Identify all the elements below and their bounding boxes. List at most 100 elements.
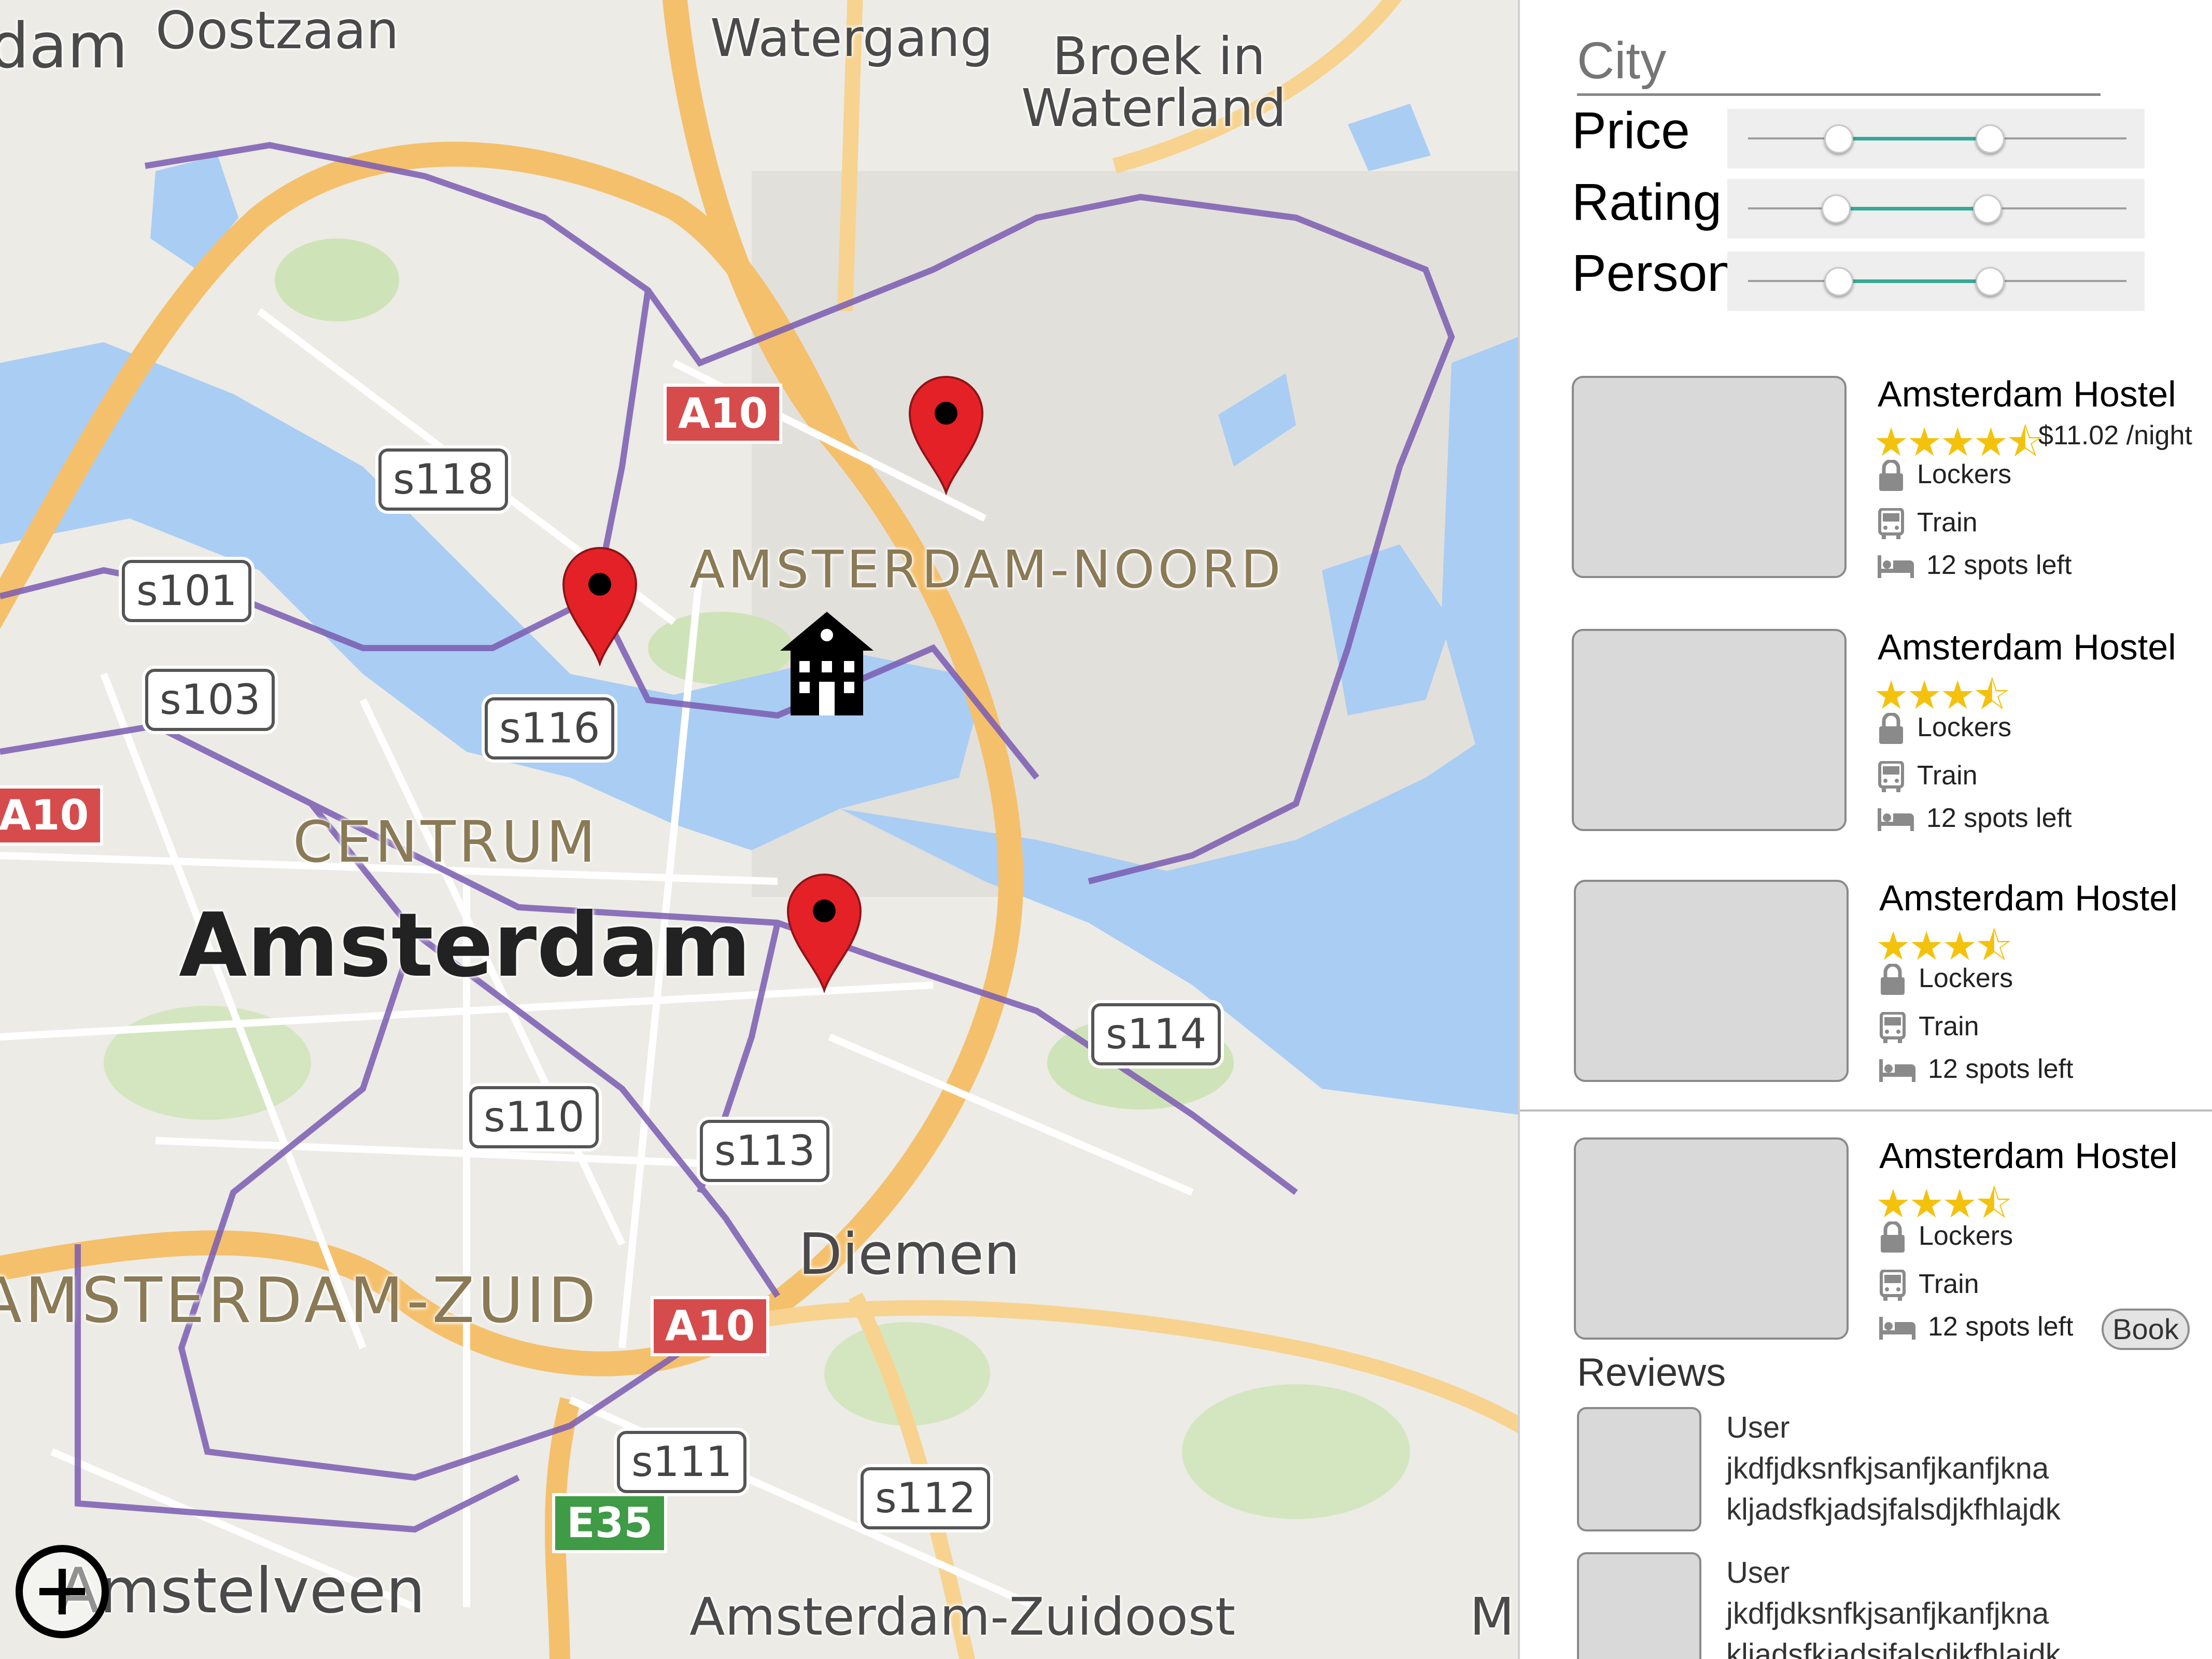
amenity-label: Lockers xyxy=(1917,459,2012,489)
amenity-transport: Train xyxy=(1879,1269,1979,1302)
road-shield-s103: s103 xyxy=(145,669,275,731)
train-icon xyxy=(1878,508,1904,540)
amenity-label: Train xyxy=(1917,508,1978,538)
map-label-amsterdam-zuid: AMSTERDAM-ZUID xyxy=(0,1265,599,1337)
reviewer-name: User xyxy=(1726,1411,1790,1444)
hostel-detail-panel: Amsterdam Hostel ★★★⯪ Lockers Train 12 s… xyxy=(1520,1109,2212,1659)
lock-icon xyxy=(1881,963,1905,995)
map-label-dam: dam xyxy=(0,10,128,82)
amenity-label: Lockers xyxy=(1919,963,2013,993)
hostel-photo-placeholder xyxy=(1574,880,1849,1082)
amenity-label: 12 spots left xyxy=(1926,550,2072,580)
hostel-listing-card[interactable]: Amsterdam Hostel ★★★⯪ Lockers Train 12 s… xyxy=(1520,877,2212,1095)
map-label-oostzaan: Oostzaan xyxy=(156,0,399,61)
amenity-lockers: Lockers xyxy=(1878,459,2011,492)
amenity-spots: 12 spots left xyxy=(1878,550,2072,581)
amenity-label: 12 spots left xyxy=(1926,803,2072,833)
review-line: kljadsfkjadsjfalsdjkfhlajdk xyxy=(1726,1638,2061,1659)
slider-selected-range xyxy=(1839,279,1990,283)
hostel-listing-card[interactable]: Amsterdam Hostel ★★★⯪ Lockers Train 12 s… xyxy=(1520,626,2212,844)
road-sign-e35: E35 xyxy=(552,1493,667,1553)
amenity-transport: Train xyxy=(1878,760,1978,793)
amenity-lockers: Lockers xyxy=(1878,712,2011,745)
map-view[interactable]: dam Oostzaan Watergang Broek in Waterlan… xyxy=(0,0,1518,1659)
road-shield-s118: s118 xyxy=(378,448,509,511)
hostel-photo-placeholder xyxy=(1572,629,1847,831)
road-shield-s113: s113 xyxy=(700,1120,830,1182)
book-button[interactable]: Book xyxy=(2102,1309,2190,1350)
reviewer-avatar xyxy=(1577,1407,1701,1531)
map-label-centrum: CENTRUM xyxy=(293,809,599,875)
hostel-building-icon[interactable] xyxy=(778,609,876,718)
rating-max-handle[interactable] xyxy=(1973,194,2002,223)
hostel-photo-placeholder xyxy=(1572,376,1847,578)
train-icon xyxy=(1878,761,1904,793)
map-label-diemen: Diemen xyxy=(798,1221,1020,1287)
price-max-handle[interactable] xyxy=(1976,124,2005,153)
location-pin-icon[interactable] xyxy=(907,376,985,495)
bed-icon xyxy=(1878,808,1914,832)
lock-icon xyxy=(1879,712,1903,744)
price-range-slider[interactable] xyxy=(1727,109,2145,168)
rating-min-handle[interactable] xyxy=(1822,194,1851,223)
road-sign-a10: A10 xyxy=(0,785,104,846)
price-filter-label: Price xyxy=(1572,102,1690,160)
slider-selected-range xyxy=(1839,137,1990,140)
hostel-listing-card[interactable]: Amsterdam Hostel ★★★★⯪ $11.02 /night Loc… xyxy=(1520,373,2212,591)
review-line: jkdfjdksnfkjsanfjkanfjkna xyxy=(1726,1597,2049,1630)
amenity-label: Train xyxy=(1917,761,1978,791)
amenity-transport: Train xyxy=(1878,507,1978,540)
amenity-spots: 12 spots left xyxy=(1879,1311,2073,1342)
amenity-transport: Train xyxy=(1879,1011,1979,1044)
amenity-spots: 12 spots left xyxy=(1878,803,2072,834)
map-label-amstelveen: Amstelveen xyxy=(57,1555,426,1627)
review-line: kljadsfkjadsjfalsdjkfhlajdk xyxy=(1726,1493,2061,1526)
rating-filter-label: Rating xyxy=(1572,173,1722,231)
map-label-watergang: Watergang xyxy=(710,8,993,68)
person-range-slider[interactable] xyxy=(1727,251,2145,311)
map-label-amsterdam: Amsterdam xyxy=(179,894,751,997)
map-label-m: M xyxy=(1470,1586,1515,1647)
train-icon xyxy=(1880,1269,1906,1301)
slider-selected-range xyxy=(1836,207,1988,210)
road-shield-s116: s116 xyxy=(485,697,615,760)
reviews-heading: Reviews xyxy=(1577,1351,1726,1395)
amenity-label: Lockers xyxy=(1919,1221,2013,1251)
road-shield-s112: s112 xyxy=(861,1467,991,1529)
road-shield-s114: s114 xyxy=(1091,1003,1221,1065)
road-shield-s101: s101 xyxy=(122,560,252,622)
review-text: User jkdfjdksnfkjsanfjkanfjkna kljadsfkj… xyxy=(1726,1552,2061,1659)
map-label-amsterdam-noord: AMSTERDAM-NOORD xyxy=(689,539,1284,600)
amenity-label: Train xyxy=(1919,1269,1979,1299)
map-label-amsterdam-zuidoost: Amsterdam-Zuidoost xyxy=(689,1586,1236,1647)
map-label-waterland: Waterland xyxy=(1021,78,1287,138)
amenity-label: 12 spots left xyxy=(1928,1054,2074,1084)
hostel-name: Amsterdam Hostel xyxy=(1878,374,2176,414)
lock-icon xyxy=(1879,459,1903,491)
amenity-label: Train xyxy=(1919,1011,1979,1042)
reviewer-name: User xyxy=(1726,1556,1790,1590)
person-max-handle[interactable] xyxy=(1976,267,2005,296)
road-sign-a10: A10 xyxy=(651,1296,770,1356)
amenity-lockers: Lockers xyxy=(1879,963,2013,996)
hostel-photo-placeholder xyxy=(1574,1137,1849,1340)
bed-icon xyxy=(1879,1317,1915,1340)
price-min-handle[interactable] xyxy=(1824,124,1853,153)
location-pin-icon[interactable] xyxy=(785,874,863,993)
road-shield-s110: s110 xyxy=(469,1086,599,1148)
reviewer-avatar xyxy=(1577,1552,1701,1659)
sidebar-panel: Price Rating Person Amsterdam Hostel ★★★… xyxy=(1518,0,2212,1659)
selected-hostel-card[interactable]: Amsterdam Hostel ★★★⯪ Lockers Train 12 s… xyxy=(1520,1135,2212,1353)
review-item: User jkdfjdksnfkjsanfjkanfjkna kljadsfkj… xyxy=(1577,1407,2199,1542)
zoom-in-button[interactable] xyxy=(16,1545,109,1638)
hostel-name: Amsterdam Hostel xyxy=(1878,627,2176,667)
lock-icon xyxy=(1881,1220,1905,1253)
rating-range-slider[interactable] xyxy=(1727,179,2145,238)
location-pin-icon[interactable] xyxy=(561,547,639,666)
person-min-handle[interactable] xyxy=(1824,267,1853,296)
bed-icon xyxy=(1879,1059,1915,1082)
city-search-input[interactable] xyxy=(1577,29,2101,96)
review-item: User jkdfjdksnfkjsanfjkanfjkna kljadsfkj… xyxy=(1577,1552,2199,1659)
map-base-layer xyxy=(0,0,1518,1659)
review-line: jkdfjdksnfkjsanfjkanfjkna xyxy=(1726,1452,2049,1485)
